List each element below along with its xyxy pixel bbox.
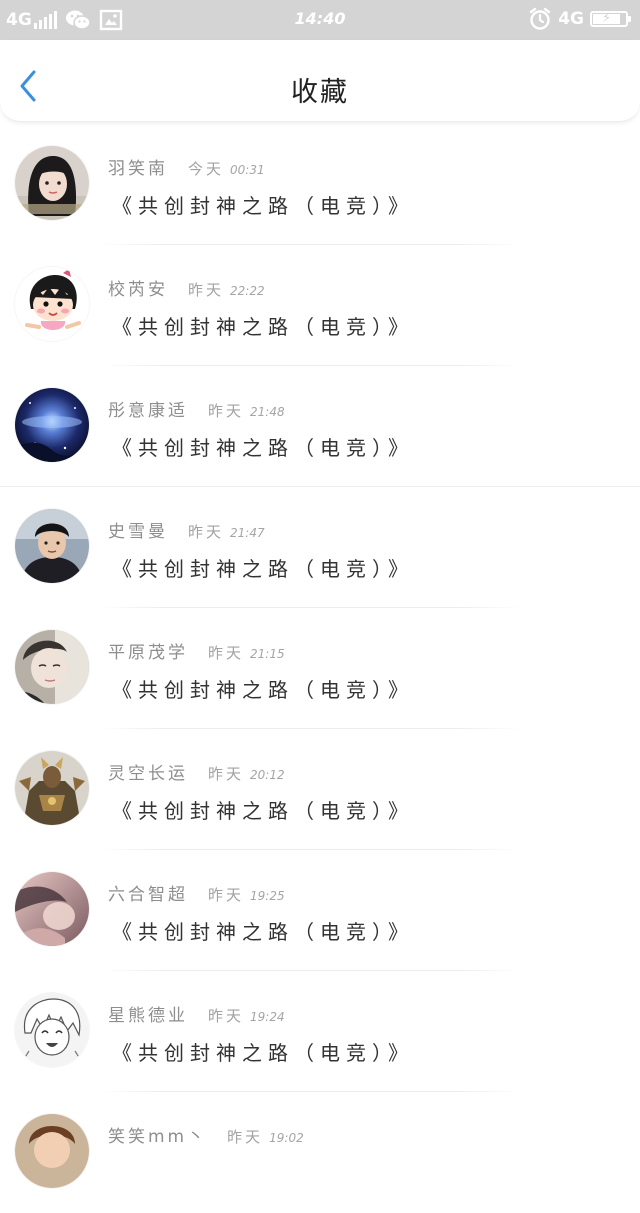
- item-title[interactable]: 《共创封神之路（电竞）》: [112, 311, 414, 340]
- post-date: 昨天: [208, 644, 245, 662]
- item-meta: 笑笑mm丶 昨天 19:02: [108, 1122, 304, 1147]
- user-name[interactable]: 笑笑mm丶: [108, 1122, 207, 1147]
- post-time: 20:12: [250, 768, 285, 782]
- item-meta: 星熊德业 昨天 19:24: [108, 1001, 285, 1026]
- post-time: 21:15: [250, 647, 285, 661]
- post-date: 昨天: [208, 1007, 245, 1025]
- item-title[interactable]: 《共创封神之路（电竞）》: [112, 432, 414, 461]
- list-item[interactable]: 校芮安 昨天 22:22 《共创封神之路（电竞）》: [0, 245, 640, 366]
- list-item[interactable]: 羽笑南 今天 00:31 《共创封神之路（电竞）》: [0, 124, 640, 245]
- list-item[interactable]: 彤意康适 昨天 21:48 《共创封神之路（电竞）》: [0, 366, 640, 487]
- item-meta: 彤意康适 昨天 21:48: [108, 396, 285, 421]
- avatar[interactable]: [15, 993, 89, 1067]
- list-item[interactable]: 笑笑mm丶 昨天 19:02: [0, 1092, 640, 1213]
- user-name[interactable]: 史雪曼: [108, 517, 168, 542]
- user-name[interactable]: 羽笑南: [108, 154, 168, 179]
- post-date: 今天: [188, 160, 225, 178]
- avatar[interactable]: [15, 1114, 89, 1188]
- item-meta: 羽笑南 今天 00:31: [108, 154, 265, 179]
- user-name[interactable]: 校芮安: [108, 275, 168, 300]
- user-name[interactable]: 平原茂学: [108, 638, 188, 663]
- item-meta: 灵空长运 昨天 20:12: [108, 759, 285, 784]
- item-title[interactable]: 《共创封神之路（电竞）》: [112, 553, 414, 582]
- charging-bolt-icon: ⚡: [602, 11, 612, 26]
- avatar[interactable]: [15, 267, 89, 341]
- list-item[interactable]: 灵空长运 昨天 20:12 《共创封神之路（电竞）》: [0, 729, 640, 850]
- status-bar-right: 4G ⚡: [528, 6, 631, 32]
- status-bar: 4G 14:40 4G ⚡: [0, 0, 640, 40]
- item-title[interactable]: 《共创封神之路（电竞）》: [112, 1037, 414, 1066]
- post-date: 昨天: [188, 281, 225, 299]
- list-item[interactable]: 六合智超 昨天 19:25 《共创封神之路（电竞）》: [0, 850, 640, 971]
- avatar[interactable]: [15, 146, 89, 220]
- post-date: 昨天: [227, 1128, 264, 1146]
- nav-header: 收藏: [0, 40, 640, 122]
- user-name[interactable]: 彤意康适: [108, 396, 188, 421]
- list-item[interactable]: 史雪曼 昨天 21:47 《共创封神之路（电竞）》: [0, 487, 640, 608]
- avatar[interactable]: [15, 751, 89, 825]
- post-time: 21:48: [250, 405, 285, 419]
- page-title: 收藏: [291, 77, 349, 108]
- list-item[interactable]: 平原茂学 昨天 21:15 《共创封神之路（电竞）》: [0, 608, 640, 729]
- item-meta: 六合智超 昨天 19:25: [108, 880, 285, 905]
- post-time: 19:25: [250, 889, 285, 903]
- post-time: 00:31: [230, 163, 265, 177]
- item-meta: 校芮安 昨天 22:22: [108, 275, 265, 300]
- avatar[interactable]: [15, 630, 89, 704]
- post-date: 昨天: [208, 765, 245, 783]
- post-time: 22:22: [230, 284, 265, 298]
- user-name[interactable]: 星熊德业: [108, 1001, 188, 1026]
- post-time: 21:47: [230, 526, 265, 540]
- avatar[interactable]: [15, 388, 89, 462]
- post-date: 昨天: [208, 886, 245, 904]
- avatar[interactable]: [15, 509, 89, 583]
- item-meta: 史雪曼 昨天 21:47: [108, 517, 265, 542]
- network-type-label-right: 4G: [558, 9, 584, 29]
- user-name[interactable]: 灵空长运: [108, 759, 188, 784]
- post-date: 昨天: [188, 523, 225, 541]
- item-meta: 平原茂学 昨天 21:15: [108, 638, 285, 663]
- avatar[interactable]: [15, 872, 89, 946]
- alarm-icon: [528, 7, 552, 31]
- item-title[interactable]: 《共创封神之路（电竞）》: [112, 674, 414, 703]
- list-item[interactable]: 星熊德业 昨天 19:24 《共创封神之路（电竞）》: [0, 971, 640, 1092]
- post-time: 19:02: [269, 1131, 304, 1145]
- item-title[interactable]: 《共创封神之路（电竞）》: [112, 190, 414, 219]
- post-time: 19:24: [250, 1010, 285, 1024]
- favorites-list: 羽笑南 今天 00:31 《共创封神之路（电竞）》 校芮安 昨天 22:22 《…: [0, 124, 640, 1213]
- battery-icon: ⚡: [590, 11, 631, 27]
- post-date: 昨天: [208, 402, 245, 420]
- item-title[interactable]: 《共创封神之路（电竞）》: [112, 916, 414, 945]
- user-name[interactable]: 六合智超: [108, 880, 188, 905]
- item-title[interactable]: 《共创封神之路（电竞）》: [112, 795, 414, 824]
